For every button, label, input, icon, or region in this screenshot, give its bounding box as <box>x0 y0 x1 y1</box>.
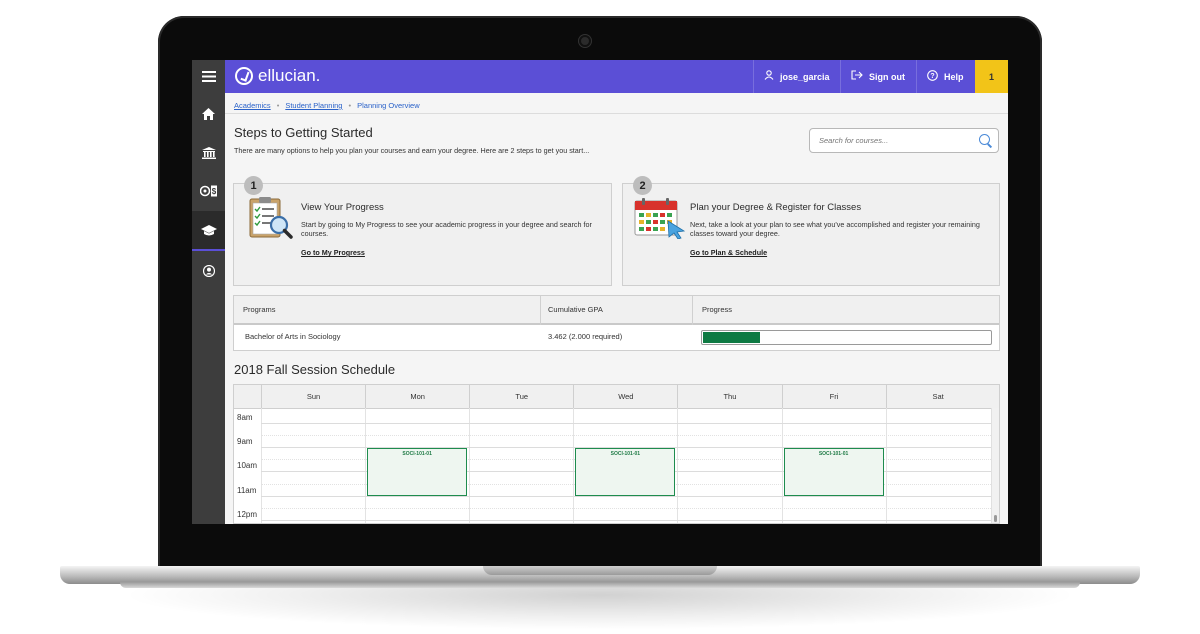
calendar-icon <box>634 197 686 244</box>
breadcrumb: Academics • Student Planning • Planning Over… <box>234 101 420 110</box>
calendar-header: Sun Mon Tue Wed Thu Fri Sat <box>234 385 999 409</box>
home-icon[interactable] <box>192 95 225 133</box>
column-header-gpa: Cumulative GPA <box>548 305 603 314</box>
step-number: 1 <box>244 176 263 195</box>
column-divider <box>692 296 693 325</box>
institution-icon[interactable] <box>192 134 225 172</box>
day-header: Thu <box>677 385 781 408</box>
graduation-cap-icon[interactable] <box>192 211 225 251</box>
user-name: jose_garcia <box>780 71 830 82</box>
day-header: Tue <box>469 385 573 408</box>
go-to-plan-schedule-link[interactable]: Go to Plan & Schedule <box>690 248 767 257</box>
sign-out-icon <box>851 70 863 83</box>
screen: $ ellucian. jose_garcia Sign out ? Help … <box>192 60 1008 524</box>
day-column-divider <box>261 408 262 523</box>
time-label: 8am <box>237 413 253 422</box>
progress-bar <box>701 330 992 345</box>
column-divider <box>540 296 541 325</box>
step-description: Start by going to My Progress to see you… <box>301 220 592 238</box>
top-bar: ellucian. jose_garcia Sign out ? Help 1 <box>225 60 1008 93</box>
step-description: Next, take a look at your plan to see wh… <box>690 220 980 238</box>
go-to-my-progress-link[interactable]: Go to My Progress <box>301 248 365 257</box>
day-header: Sun <box>261 385 365 408</box>
course-event[interactable]: SOCI-101-01 <box>783 448 884 496</box>
step-card-plan: 2 Plan your Degree & Register for Classe… <box>622 176 1000 286</box>
sidebar: $ <box>192 60 225 524</box>
cumulative-gpa: 3.462 (2.000 required) <box>548 332 623 341</box>
page-subtitle: There are many options to help you plan … <box>234 146 590 155</box>
day-column-divider <box>573 408 575 523</box>
help-icon: ? <box>927 69 938 84</box>
course-event[interactable]: SOCI-101-01 <box>575 448 676 496</box>
help-label: Help <box>944 71 964 82</box>
programs-table-header <box>234 296 999 325</box>
hour-gridline <box>261 519 991 521</box>
breadcrumb-academics[interactable]: Academics <box>234 101 271 110</box>
webcam <box>579 35 591 47</box>
sign-out-label: Sign out <box>869 71 905 82</box>
time-label: 11am <box>237 485 257 495</box>
step-number: 2 <box>633 176 652 195</box>
programs-table: Programs Cumulative GPA Progress Bachelo… <box>233 295 1000 351</box>
hour-gridline <box>261 423 991 424</box>
brand-name: ellucian. <box>258 66 321 85</box>
half-hour-gridline <box>261 435 991 437</box>
column-header-progress: Progress <box>702 305 733 314</box>
divider <box>225 113 1008 114</box>
half-hour-gridline <box>261 507 991 509</box>
laptop-base-bottom <box>120 582 1080 588</box>
step-title: Plan your Degree & Register for Classes <box>690 202 862 213</box>
logo-mark-icon <box>235 67 253 85</box>
search-icon[interactable] <box>979 134 990 145</box>
time-label: 12pm <box>237 509 258 519</box>
user-icon <box>764 70 774 83</box>
help-button[interactable]: ? Help <box>916 60 975 93</box>
page-title: Steps to Getting Started <box>234 125 373 140</box>
program-name[interactable]: Bachelor of Arts in Sociology <box>245 332 340 341</box>
column-header-programs: Programs <box>243 305 276 314</box>
scrollbar-thumb[interactable] <box>994 515 997 522</box>
course-event[interactable]: SOCI-101-01 <box>367 448 468 496</box>
day-column-divider <box>781 408 783 523</box>
breadcrumb-student-planning[interactable]: Student Planning <box>285 101 342 110</box>
course-search <box>809 128 999 153</box>
breadcrumb-separator: • <box>276 101 280 110</box>
user-icon[interactable] <box>192 252 225 290</box>
finance-icon[interactable]: $ <box>192 172 225 210</box>
day-column-divider <box>677 408 679 523</box>
step-title: View Your Progress <box>301 202 384 213</box>
svg-text:$: $ <box>211 187 216 196</box>
time-label: 10am <box>237 461 258 471</box>
breadcrumb-current: Planning Overview <box>357 101 420 110</box>
day-header: Sat <box>885 385 990 408</box>
day-column-divider <box>885 408 887 523</box>
time-label: 9am <box>237 437 253 447</box>
search-input[interactable] <box>817 135 981 146</box>
sign-out-button[interactable]: Sign out <box>840 60 916 93</box>
schedule-calendar: Sun Mon Tue Wed Thu Fri Sat 8am 9am 10am 11am 12pm… <box>233 384 1000 524</box>
ellucian-logo[interactable]: ellucian. <box>235 66 320 86</box>
day-header: Wed <box>573 385 677 408</box>
progress-bar-fill <box>703 332 760 343</box>
step-card-progress: 1 View Your Progress Start by going to M… <box>233 176 612 286</box>
day-column-divider <box>365 408 367 523</box>
svg-text:?: ? <box>930 73 934 80</box>
calendar-scrollbar[interactable] <box>991 408 999 523</box>
day-column-divider <box>469 408 471 523</box>
laptop-base-notch <box>483 566 717 575</box>
breadcrumb-separator: • <box>348 101 352 110</box>
day-header: Mon <box>365 385 469 408</box>
schedule-title: 2018 Fall Session Schedule <box>234 362 396 377</box>
notification-badge[interactable]: 1 <box>975 60 1008 93</box>
clipboard-magnifier-icon <box>246 194 294 247</box>
user-menu[interactable]: jose_garcia <box>753 60 840 93</box>
menu-icon[interactable] <box>192 60 225 93</box>
calendar-corner <box>234 385 261 408</box>
day-header: Fri <box>781 385 886 408</box>
hour-gridline <box>261 495 991 497</box>
